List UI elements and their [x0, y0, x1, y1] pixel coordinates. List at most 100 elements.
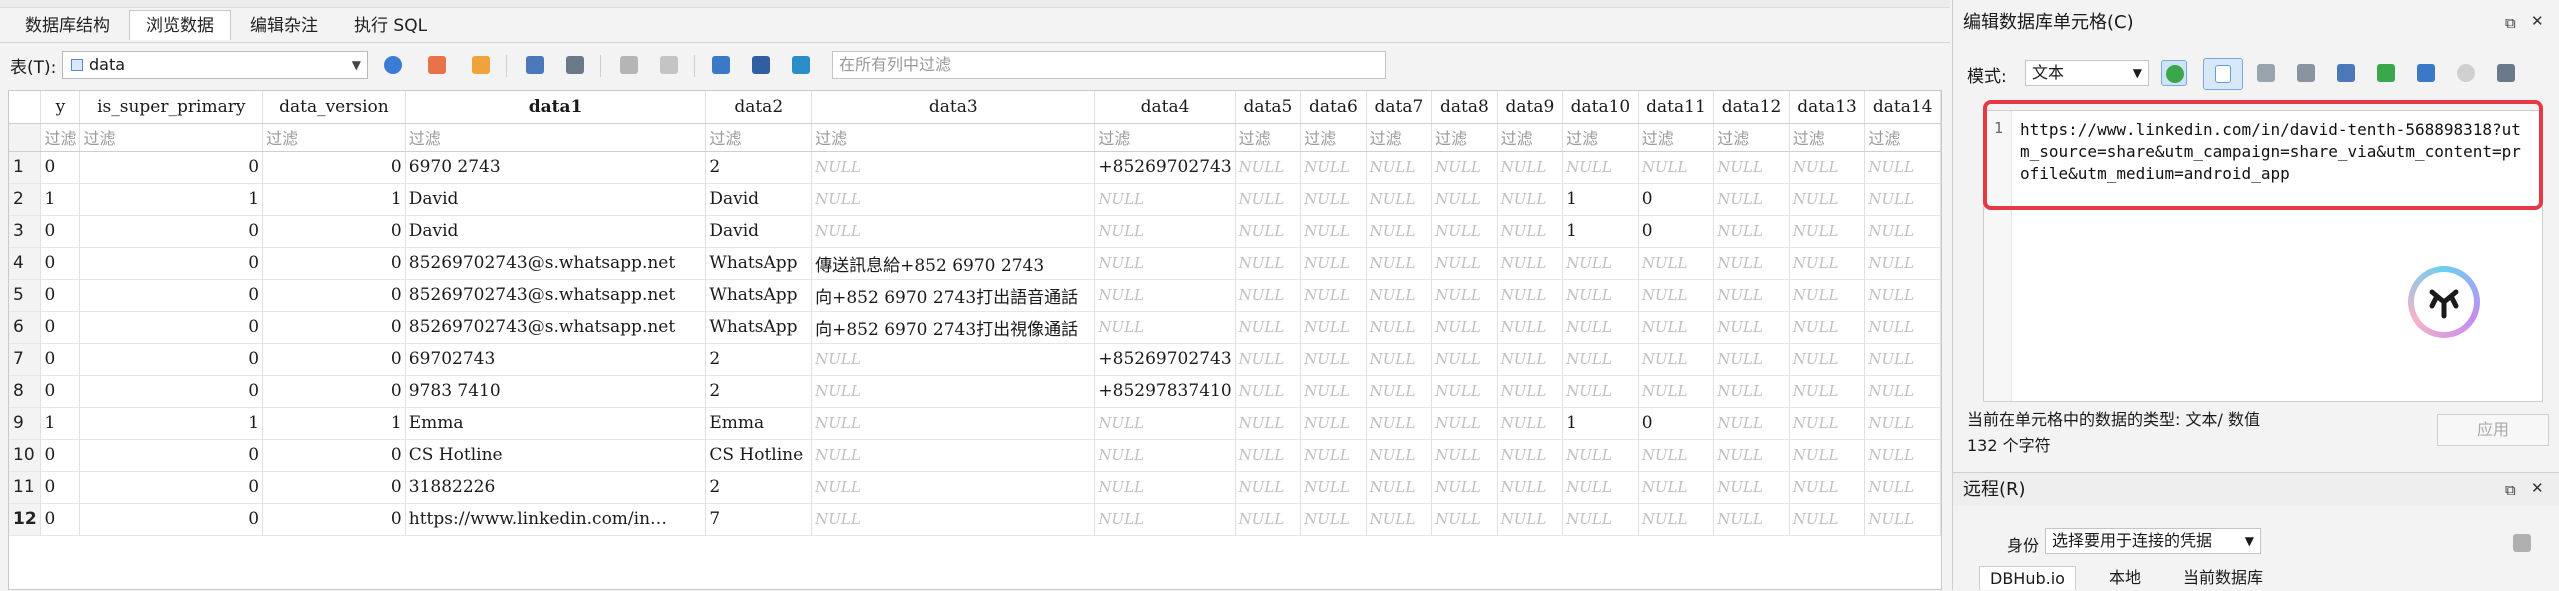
table-cell[interactable]: NULL	[1366, 311, 1433, 344]
table-cell[interactable]: David	[405, 215, 707, 248]
table-cell[interactable]: NULL	[1366, 151, 1433, 184]
table-cell[interactable]: NULL	[1300, 503, 1367, 536]
table-cell[interactable]: NULL	[1431, 247, 1498, 280]
column-filter-data1[interactable]: 过滤	[405, 123, 707, 152]
row-number[interactable]: 8	[9, 375, 42, 408]
table-cell[interactable]: NULL	[1497, 343, 1564, 376]
table-cell[interactable]: NULL	[1300, 183, 1367, 216]
table-cell[interactable]: 1	[1562, 183, 1639, 216]
table-cell[interactable]: NULL	[1300, 375, 1367, 408]
table-cell[interactable]: 1	[79, 183, 264, 216]
table-cell[interactable]: 69702743	[405, 343, 707, 376]
column-header-data6[interactable]: data6	[1300, 91, 1367, 124]
row-number[interactable]: 6	[9, 311, 42, 344]
tab-browse-data[interactable]: 浏览数据	[129, 10, 231, 40]
column-filter-data4[interactable]: 过滤	[1094, 123, 1236, 152]
column-filter-data12[interactable]: 过滤	[1713, 123, 1790, 152]
table-cell[interactable]: 7	[705, 503, 813, 536]
table-cell[interactable]: NULL	[1789, 279, 1866, 312]
table-cell[interactable]: 6970 2743	[405, 151, 707, 184]
identity-settings-button[interactable]	[2509, 530, 2535, 556]
table-cell[interactable]: NULL	[1562, 471, 1639, 504]
table-cell[interactable]: NULL	[1638, 503, 1715, 536]
refresh-button[interactable]	[380, 52, 406, 78]
table-cell[interactable]: NULL	[1789, 407, 1866, 440]
table-cell[interactable]: 9783 7410	[405, 375, 707, 408]
table-cell[interactable]: NULL	[1300, 247, 1367, 280]
table-cell[interactable]: 0	[262, 503, 406, 536]
clear-sort-button[interactable]	[468, 52, 494, 78]
table-cell[interactable]: +85297837410	[1094, 375, 1236, 408]
table-cell[interactable]: 0	[262, 375, 406, 408]
table-cell[interactable]: NULL	[1789, 151, 1866, 184]
table-cell[interactable]: NULL	[1300, 151, 1367, 184]
table-cell[interactable]: NULL	[1431, 311, 1498, 344]
column-filter-data11[interactable]: 过滤	[1638, 123, 1715, 152]
table-cell[interactable]: 0	[40, 247, 81, 280]
column-header-data5[interactable]: data5	[1235, 91, 1302, 124]
table-cell[interactable]: NULL	[1497, 151, 1564, 184]
table-cell[interactable]: NULL	[1789, 311, 1866, 344]
table-cell[interactable]: NULL	[1094, 439, 1236, 472]
column-header-data_version[interactable]: data_version	[262, 91, 406, 124]
table-cell[interactable]: NULL	[1431, 183, 1498, 216]
auto-switch-button[interactable]	[2161, 60, 2187, 86]
table-cell[interactable]: WhatsApp	[705, 279, 813, 312]
table-cell[interactable]: NULL	[1366, 215, 1433, 248]
table-cell[interactable]: NULL	[1864, 439, 1941, 472]
table-cell[interactable]: 0	[262, 215, 406, 248]
row-number[interactable]: 2	[9, 183, 42, 216]
table-cell[interactable]: NULL	[1497, 311, 1564, 344]
table-select[interactable]: data ▼	[62, 51, 368, 79]
table-cell[interactable]: David	[405, 183, 707, 216]
table-cell[interactable]: NULL	[1431, 375, 1498, 408]
table-cell[interactable]: NULL	[1235, 407, 1302, 440]
table-cell[interactable]: 0	[262, 471, 406, 504]
clear-button[interactable]	[2453, 60, 2479, 86]
apply-button[interactable]: 应用	[2437, 414, 2549, 446]
table-cell[interactable]: NULL	[1094, 407, 1236, 440]
table-cell[interactable]: NULL	[1094, 311, 1236, 344]
table-cell[interactable]: WhatsApp	[705, 247, 813, 280]
table-cell[interactable]: NULL	[1094, 215, 1236, 248]
table-cell[interactable]: NULL	[1864, 311, 1941, 344]
table-cell[interactable]: WhatsApp	[705, 311, 813, 344]
float-icon[interactable]: ⧉	[2505, 481, 2516, 499]
table-cell[interactable]: 0	[40, 375, 81, 408]
table-cell[interactable]: NULL	[1713, 439, 1790, 472]
table-row[interactable]: 6 0 0 0 85269702743@s.whatsapp.net WhatsApp 向+…	[9, 311, 1941, 344]
table-cell[interactable]: 1	[262, 407, 406, 440]
table-cell[interactable]: NULL	[1094, 279, 1236, 312]
table-row[interactable]: 10 0 0 0 CS Hotline CS Hotline NULL NULL NULL NUL…	[9, 439, 1941, 472]
table-cell[interactable]: NULL	[1638, 247, 1715, 280]
table-cell[interactable]: 0	[40, 471, 81, 504]
table-cell[interactable]: NULL	[1562, 343, 1639, 376]
table-cell[interactable]: NULL	[1638, 375, 1715, 408]
column-header-data1[interactable]: data1	[405, 91, 707, 124]
table-row[interactable]: 3 0 0 0 David David NULL NULL NULL NULL NULL NULL NU…	[9, 215, 1941, 248]
table-cell[interactable]: NULL	[1094, 471, 1236, 504]
table-cell[interactable]: 0	[79, 343, 264, 376]
table-cell[interactable]: CS Hotline	[405, 439, 707, 472]
table-cell[interactable]: NULL	[1431, 471, 1498, 504]
column-header-data9[interactable]: data9	[1497, 91, 1564, 124]
table-cell[interactable]: 0	[40, 311, 81, 344]
table-cell[interactable]: NULL	[1864, 407, 1941, 440]
table-row[interactable]: 1 0 0 0 6970 2743 2 NULL +85269702743 NULL NULL NU…	[9, 151, 1941, 184]
mode-select[interactable]: 文本 ▼	[2025, 60, 2149, 86]
table-cell[interactable]: NULL	[811, 439, 1096, 472]
column-filter-data5[interactable]: 过滤	[1235, 123, 1302, 152]
table-cell[interactable]: 1	[1562, 215, 1639, 248]
table-cell[interactable]: NULL	[1562, 151, 1639, 184]
table-cell[interactable]: NULL	[1562, 503, 1639, 536]
tab-edit-pragmas[interactable]: 编辑杂注	[233, 10, 335, 40]
table-row[interactable]: 4 0 0 0 85269702743@s.whatsapp.net WhatsApp 傳送…	[9, 247, 1941, 280]
column-header-data13[interactable]: data13	[1789, 91, 1866, 124]
table-cell[interactable]: NULL	[1713, 279, 1790, 312]
table-cell[interactable]: NULL	[1864, 215, 1941, 248]
table-cell[interactable]: NULL	[1789, 247, 1866, 280]
table-cell[interactable]: NULL	[811, 343, 1096, 376]
save-table-button[interactable]	[522, 52, 548, 78]
table-cell[interactable]: +85269702743	[1094, 151, 1236, 184]
table-cell[interactable]: 0	[40, 151, 81, 184]
